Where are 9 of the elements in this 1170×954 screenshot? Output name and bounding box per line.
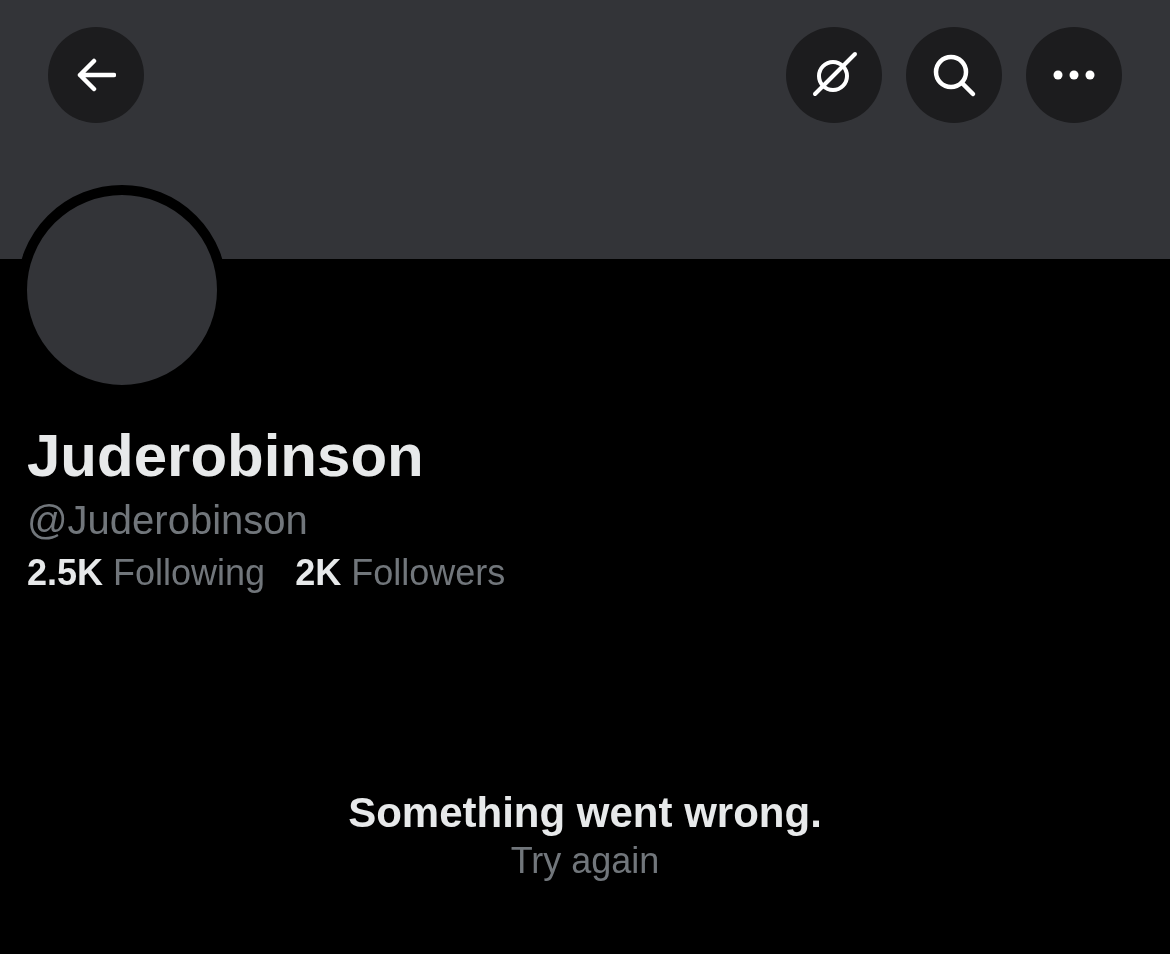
error-message: Something went wrong. [348,788,822,838]
more-icon [1053,70,1095,80]
profile-name: Juderobinson [27,421,424,491]
profile-handle: @Juderobinson [27,497,308,544]
try-again-link[interactable]: Try again [510,839,660,883]
stat-link[interactable]: 2K Followers [295,551,506,595]
stat-link[interactable]: 2.5K Following [27,551,266,595]
back-arrow-icon [76,58,116,92]
search-icon [931,52,977,98]
